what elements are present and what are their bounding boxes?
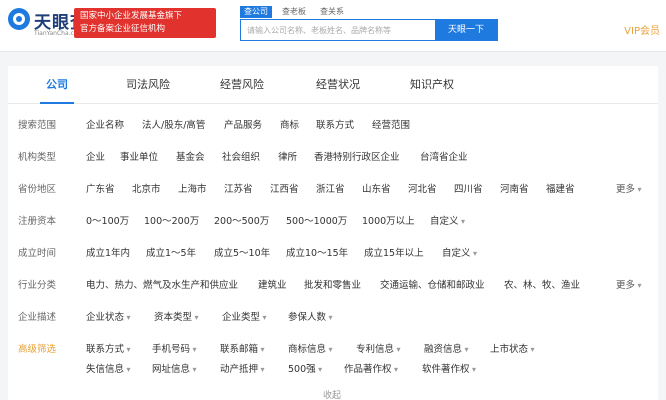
filter-option[interactable]: 山东省 bbox=[362, 181, 391, 195]
filter-label-province: 省份地区 bbox=[18, 184, 57, 195]
filter-option[interactable]: 0～100万 bbox=[86, 213, 129, 227]
advanced-dropdown[interactable]: 上市状态 bbox=[490, 341, 535, 355]
banner-line-2: 官方备案企业征信机构 bbox=[80, 24, 166, 34]
advanced-dropdown[interactable]: 失信信息 bbox=[86, 361, 131, 375]
logo[interactable]: 天眼查 TianYanCha.com bbox=[8, 6, 87, 42]
filter-option[interactable]: 广东省 bbox=[86, 181, 115, 195]
filter-panel: 公司 司法风险 经营风险 经营状况 知识产权 搜索范围 企业名称 法人/股东/高… bbox=[8, 66, 658, 400]
filter-option[interactable]: 联系方式 bbox=[316, 117, 354, 131]
advanced-dropdown[interactable]: 作品著作权 bbox=[344, 361, 398, 375]
vip-link[interactable]: VIP会员 bbox=[624, 22, 660, 37]
founded-custom-dropdown[interactable]: 自定义 bbox=[442, 245, 477, 259]
advanced-dropdown[interactable]: 专利信息 bbox=[356, 341, 401, 355]
filter-label-org-type: 机构类型 bbox=[18, 152, 57, 163]
filter-option[interactable]: 商标 bbox=[280, 117, 299, 131]
filter-option[interactable]: 企业名称 bbox=[86, 117, 124, 131]
filter-option[interactable]: 台湾省企业 bbox=[420, 149, 468, 163]
filter-option[interactable]: 基金会 bbox=[176, 149, 205, 163]
filter-option[interactable]: 香港特别行政区企业 bbox=[314, 149, 400, 163]
filter-option[interactable]: 四川省 bbox=[454, 181, 483, 195]
filter-option[interactable]: 批发和零售业 bbox=[304, 277, 361, 291]
filter-option[interactable]: 100～200万 bbox=[144, 213, 199, 227]
filter-option[interactable]: 福建省 bbox=[546, 181, 575, 195]
filter-option[interactable]: 建筑业 bbox=[258, 277, 287, 291]
filter-option[interactable]: 经营范围 bbox=[372, 117, 410, 131]
collapse-link[interactable]: 收起 bbox=[323, 388, 341, 400]
header: 天眼查 TianYanCha.com 国家中小企业发展基金旗下 官方备案企业征信… bbox=[0, 0, 666, 52]
filter-option[interactable]: 律所 bbox=[278, 149, 297, 163]
filter-label-industry: 行业分类 bbox=[18, 280, 57, 291]
tab-ip[interactable]: 知识产权 bbox=[410, 66, 454, 104]
filter-option[interactable]: 北京市 bbox=[132, 181, 161, 195]
filter-option[interactable]: 成立10～15年 bbox=[286, 245, 348, 259]
filter-option[interactable]: 农、林、牧、渔业 bbox=[504, 277, 580, 291]
search-input[interactable] bbox=[241, 20, 436, 40]
official-banner[interactable]: 国家中小企业发展基金旗下 官方备案企业征信机构 bbox=[74, 8, 216, 38]
advanced-dropdown[interactable]: 动产抵押 bbox=[220, 361, 265, 375]
filter-option[interactable]: 河南省 bbox=[500, 181, 529, 195]
filter-option[interactable]: 河北省 bbox=[408, 181, 437, 195]
tab-operating-status[interactable]: 经营状况 bbox=[316, 66, 360, 104]
filter-option[interactable]: 成立5～10年 bbox=[214, 245, 270, 259]
banner-line-1: 国家中小企业发展基金旗下 bbox=[80, 11, 183, 21]
industry-more-dropdown[interactable]: 更多 bbox=[616, 277, 642, 291]
filter-option[interactable]: 上海市 bbox=[178, 181, 207, 195]
search-tab-boss[interactable]: 查老板 bbox=[278, 6, 310, 18]
filter-option[interactable]: 社会组织 bbox=[222, 149, 260, 163]
advanced-dropdown[interactable]: 软件著作权 bbox=[422, 361, 476, 375]
filter-option[interactable]: 1000万以上 bbox=[362, 213, 415, 227]
insured-count-dropdown[interactable]: 参保人数 bbox=[288, 309, 333, 323]
filter-option[interactable]: 企业 bbox=[86, 149, 105, 163]
filter-label-description: 企业描述 bbox=[18, 312, 57, 323]
eye-logo-icon bbox=[8, 8, 30, 30]
filter-option[interactable]: 交通运输、仓储和邮政业 bbox=[380, 277, 485, 291]
search-tab-company[interactable]: 查公司 bbox=[240, 6, 272, 18]
advanced-dropdown[interactable]: 联系邮箱 bbox=[220, 341, 265, 355]
filter-option[interactable]: 产品服务 bbox=[224, 117, 262, 131]
filter-option[interactable]: 成立1～5年 bbox=[146, 245, 196, 259]
filter-label-advanced: 高级筛选 bbox=[18, 344, 57, 355]
filter-option[interactable]: 江西省 bbox=[270, 181, 299, 195]
advanced-dropdown[interactable]: 网址信息 bbox=[152, 361, 197, 375]
filter-label-scope: 搜索范围 bbox=[18, 120, 57, 131]
search-tab-relation[interactable]: 查关系 bbox=[316, 6, 348, 18]
company-status-dropdown[interactable]: 企业状态 bbox=[86, 309, 131, 323]
search-box: 天眼一下 bbox=[240, 19, 498, 41]
filter-option[interactable]: 成立15年以上 bbox=[364, 245, 424, 259]
advanced-dropdown[interactable]: 融资信息 bbox=[424, 341, 469, 355]
filter-option[interactable]: 事业单位 bbox=[120, 149, 158, 163]
tab-company[interactable]: 公司 bbox=[40, 66, 74, 104]
category-tabs: 公司 司法风险 经营风险 经营状况 知识产权 bbox=[8, 66, 658, 104]
filter-label-capital: 注册资本 bbox=[18, 216, 57, 227]
tab-operating-risk[interactable]: 经营风险 bbox=[220, 66, 264, 104]
advanced-dropdown[interactable]: 联系方式 bbox=[86, 341, 131, 355]
filter-option[interactable]: 电力、热力、燃气及水生产和供应业 bbox=[86, 277, 238, 291]
tab-judicial-risk[interactable]: 司法风险 bbox=[126, 66, 170, 104]
advanced-dropdown[interactable]: 手机号码 bbox=[152, 341, 197, 355]
filter-option[interactable]: 浙江省 bbox=[316, 181, 345, 195]
search-button[interactable]: 天眼一下 bbox=[435, 20, 497, 40]
capital-custom-dropdown[interactable]: 自定义 bbox=[430, 213, 465, 227]
filter-label-founded: 成立时间 bbox=[18, 248, 57, 259]
company-type-dropdown[interactable]: 企业类型 bbox=[222, 309, 267, 323]
filter-option[interactable]: 500～1000万 bbox=[286, 213, 347, 227]
filter-option[interactable]: 200～500万 bbox=[214, 213, 269, 227]
advanced-dropdown[interactable]: 500强 bbox=[288, 361, 322, 375]
filter-option[interactable]: 法人/股东/高管 bbox=[142, 117, 205, 131]
search-tabs: 查公司 查老板 查关系 bbox=[240, 6, 348, 18]
capital-type-dropdown[interactable]: 资本类型 bbox=[154, 309, 199, 323]
filter-option[interactable]: 江苏省 bbox=[224, 181, 253, 195]
advanced-dropdown[interactable]: 商标信息 bbox=[288, 341, 333, 355]
province-more-dropdown[interactable]: 更多 bbox=[616, 181, 642, 195]
filter-option[interactable]: 成立1年内 bbox=[86, 245, 130, 259]
